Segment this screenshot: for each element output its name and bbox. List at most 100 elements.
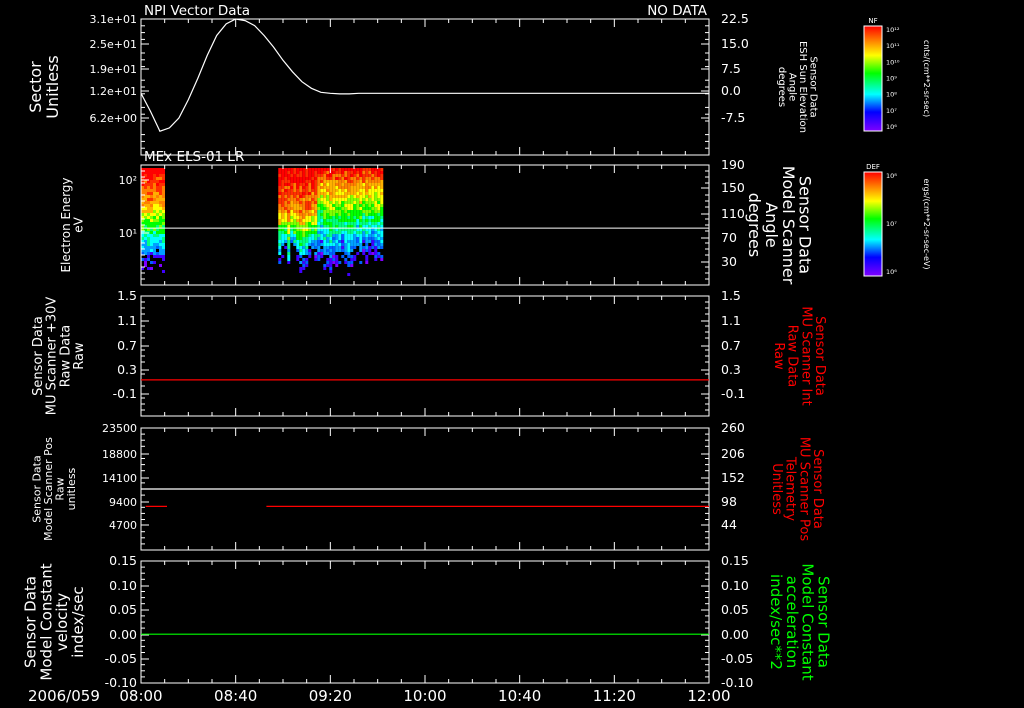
spectrogram-cell — [323, 252, 327, 255]
spectrogram-cell — [296, 210, 300, 213]
spectrogram-cell — [287, 174, 291, 177]
left-tick-label: 0.10 — [109, 578, 137, 593]
spectrogram-cell — [153, 174, 156, 177]
spectrogram-cell — [290, 192, 294, 195]
spectrogram-cell — [329, 267, 333, 270]
spectrogram-cell — [350, 213, 354, 216]
spectrogram-cell — [308, 186, 312, 189]
spectrogram-cell — [347, 231, 351, 234]
spectrogram-cell — [338, 249, 342, 252]
spectrogram-cell — [147, 195, 150, 198]
spectrogram-cell — [156, 219, 159, 222]
spectrogram-cell — [308, 219, 312, 222]
spectrogram-cell — [156, 252, 159, 255]
spectrogram-cell — [323, 213, 327, 216]
spectrogram-cell — [311, 183, 315, 186]
spectrogram-cell — [159, 192, 162, 195]
spectrogram-cell — [281, 237, 285, 240]
spectrogram-cell — [159, 225, 162, 228]
spectrogram-cell — [374, 198, 378, 201]
spectrogram-cell — [338, 237, 342, 240]
spectrogram-cell — [371, 234, 375, 237]
spectrogram-cell — [344, 225, 348, 228]
spectrogram-cell — [162, 270, 165, 273]
spectrogram-cell — [374, 216, 378, 219]
spectrogram-cell — [323, 210, 327, 213]
spectrogram-cell — [332, 210, 336, 213]
spectrogram-cell — [347, 189, 351, 192]
spectrogram-cell — [162, 249, 165, 252]
spectrogram-cell — [320, 183, 324, 186]
spectrogram-cell — [290, 204, 294, 207]
spectrogram-cell — [353, 186, 357, 189]
spectrogram-cell — [302, 195, 306, 198]
spectrogram-cell — [311, 243, 315, 246]
spectrogram-cell — [347, 192, 351, 195]
left-tick-label: 0.3 — [117, 362, 137, 377]
spectrogram-cell — [362, 225, 366, 228]
spectrogram-cell — [314, 186, 318, 189]
spectrogram-cell — [350, 234, 354, 237]
spectrogram-cell — [347, 198, 351, 201]
spectrogram-cell — [296, 216, 300, 219]
spectrogram-cell — [156, 201, 159, 204]
spectrogram-cell — [156, 171, 159, 174]
left-tick-label: 9400 — [109, 496, 137, 509]
spectrogram-cell — [323, 231, 327, 234]
right-tick-label: 0.15 — [721, 553, 749, 568]
spectrogram-cell — [365, 186, 369, 189]
spectrogram-cell — [311, 174, 315, 177]
spectrogram-cell — [293, 216, 297, 219]
colorbar-label: NF — [868, 17, 877, 25]
spectrogram-cell — [368, 222, 372, 225]
spectrogram-cell — [150, 204, 153, 207]
spectrogram-cell — [341, 186, 345, 189]
spectrogram-cell — [156, 183, 159, 186]
spectrogram-cell — [350, 210, 354, 213]
left-axis-label: Sensor DataModel Scanner PosRawunitless — [31, 437, 79, 541]
spectrogram-cell — [341, 213, 345, 216]
spectrogram-cell — [156, 225, 159, 228]
spectrogram-cell — [305, 213, 309, 216]
spectrogram-cell — [362, 204, 366, 207]
spectrogram-cell — [305, 231, 309, 234]
spectrogram-cell — [153, 168, 156, 171]
right-tick-label: 22.5 — [721, 11, 749, 26]
spectrogram-cell — [338, 261, 342, 264]
spectrogram-cell — [368, 201, 372, 204]
spectrogram-cell — [281, 174, 285, 177]
spectrogram-cell — [368, 195, 372, 198]
spectrogram-cell — [159, 186, 162, 189]
spectrogram-cell — [293, 192, 297, 195]
spectrogram-cell — [347, 210, 351, 213]
spectrogram-cell — [326, 171, 330, 174]
spectrogram-cell — [359, 192, 363, 195]
spectrogram-cell — [329, 192, 333, 195]
spectrogram-cell — [287, 183, 291, 186]
spectrogram-cell — [341, 225, 345, 228]
spectrogram-cell — [332, 222, 336, 225]
spectrogram-cell — [302, 225, 306, 228]
spectrogram-cell — [347, 207, 351, 210]
spectrogram-cell — [278, 243, 282, 246]
spectrogram-cell — [159, 255, 162, 258]
spectrogram-cell — [317, 192, 321, 195]
spectrogram-cell — [335, 246, 339, 249]
spectrogram-cell — [308, 255, 312, 258]
spectrogram-cell — [335, 222, 339, 225]
spectrogram-cell — [365, 192, 369, 195]
spectrogram-cell — [290, 210, 294, 213]
spectrogram-cell — [305, 177, 309, 180]
spectrogram-cell — [320, 249, 324, 252]
spectrogram-cell — [356, 243, 360, 246]
left-tick-label: 14100 — [102, 472, 137, 485]
spectrogram-cell — [344, 189, 348, 192]
spectrogram-cell — [350, 255, 354, 258]
spectrogram-cell — [347, 255, 351, 258]
spectrogram-cell — [317, 180, 321, 183]
spectrogram-cell — [284, 174, 288, 177]
spectrogram-cell — [147, 207, 150, 210]
panel-frame — [140, 295, 710, 417]
spectrogram-cell — [281, 183, 285, 186]
spectrogram-cell — [308, 198, 312, 201]
